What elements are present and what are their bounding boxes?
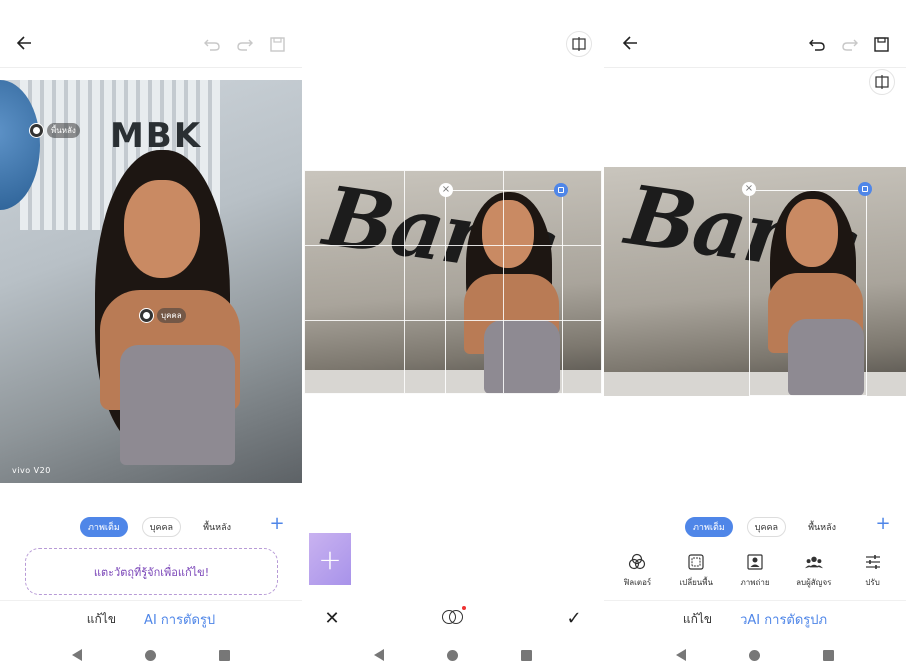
remove-people-icon [804, 553, 823, 571]
mode-tabs: แก้ไข วAI การตัดรูปภ [604, 600, 906, 638]
tool-label: เปลี่ยนพื้น [679, 578, 713, 587]
crop-action-bar: ✕ ✓ [302, 598, 604, 638]
undo-icon[interactable] [204, 37, 220, 51]
chip-person[interactable]: บุคคล [141, 517, 182, 537]
top-toolbar [604, 0, 906, 68]
change-background-icon [687, 553, 705, 571]
chip-background[interactable]: พื้นหลัง [800, 517, 844, 537]
remove-selection-icon[interactable]: × [742, 182, 756, 196]
nav-back-icon[interactable] [675, 649, 686, 661]
chip-full-image[interactable]: ภาพเต็ม [685, 517, 733, 537]
cancel-icon[interactable]: ✕ [320, 608, 344, 629]
editor-screen-crop: Bang × + ✕ ✓ [302, 0, 604, 672]
top-toolbar [0, 0, 302, 68]
back-arrow-icon[interactable] [622, 36, 638, 50]
tag-dot-icon [30, 124, 43, 137]
tab-edit[interactable]: แก้ไข [683, 610, 712, 629]
undo-icon[interactable] [809, 37, 825, 51]
person-tag[interactable]: บุคคล [140, 308, 186, 323]
tool-photo[interactable]: ภาพถ่าย [727, 553, 783, 589]
check-icon[interactable]: ✓ [562, 608, 586, 629]
notification-dot [462, 606, 466, 610]
subject-face [124, 180, 200, 278]
nav-home-icon[interactable] [748, 649, 760, 661]
remove-selection-icon[interactable]: × [439, 183, 453, 197]
android-nav-bar [0, 638, 302, 672]
mode-tabs: แก้ไข AI การตัดรูป [0, 600, 302, 638]
segment-chips: ภาพเต็ม บุคคล พื้นหลัง [604, 517, 906, 537]
android-nav-bar [604, 638, 906, 672]
tab-edit[interactable]: แก้ไข [87, 610, 116, 629]
compare-icon[interactable] [869, 69, 895, 95]
redo-icon[interactable] [842, 37, 858, 51]
nav-home-icon[interactable] [144, 649, 156, 661]
background-tag[interactable]: พื้นหลัง [30, 123, 80, 138]
tool-remove-passersby[interactable]: ลบผู้สัญจร [786, 553, 842, 589]
nav-recents-icon[interactable] [521, 649, 533, 661]
person-tag-label: บุคคล [157, 308, 186, 323]
tag-dot-icon [140, 309, 153, 322]
camera-watermark: vivo V20 [12, 466, 51, 475]
nav-back-icon[interactable] [71, 649, 82, 661]
background-tag-label: พื้นหลัง [47, 123, 80, 138]
chip-background[interactable]: พื้นหลัง [195, 517, 239, 537]
segment-chips: ภาพเต็ม บุคคล พื้นหลัง [0, 517, 302, 537]
tab-ai-cutout[interactable]: AI การตัดรูป [144, 609, 215, 630]
chip-full-image[interactable]: ภาพเต็ม [80, 517, 128, 537]
nav-home-icon[interactable] [446, 649, 458, 661]
compare-icon[interactable] [566, 31, 592, 57]
duplicate-selection-icon[interactable] [858, 182, 872, 196]
nav-recents-icon[interactable] [219, 649, 231, 661]
tool-label: ภาพถ่าย [740, 578, 770, 587]
portrait-icon [746, 553, 764, 571]
add-segment-icon[interactable]: + [874, 515, 892, 534]
tool-label: ลบผู้สัญจร [796, 578, 832, 587]
blend-icon[interactable] [442, 606, 466, 626]
subject-selection-box[interactable] [749, 190, 867, 396]
tool-adjust[interactable]: ปรับ [845, 553, 901, 589]
tool-row: ฟิลเตอร์ เปลี่ยนพื้น ภาพถ่าย ลบผู้สัญจร … [604, 553, 906, 589]
editor-screen-ai-cutout: MBK vivo V20 พื้นหลัง บุคคล ภาพเต็ม บุคค… [0, 0, 302, 672]
android-nav-bar [302, 638, 604, 672]
chip-person[interactable]: บุคคล [746, 517, 787, 537]
duplicate-selection-icon[interactable] [554, 183, 568, 197]
tool-filter[interactable]: ฟิลเตอร์ [609, 553, 665, 589]
save-icon[interactable] [874, 37, 889, 52]
subject-top [120, 345, 235, 465]
editor-screen-tools: Bang × ภาพเต็ม บุคคล พื้นหลัง + ฟิลเตอร์… [604, 0, 906, 672]
save-icon[interactable] [270, 37, 285, 52]
subject-selection-box[interactable] [445, 190, 563, 396]
tool-label: ปรับ [865, 578, 880, 587]
back-arrow-icon[interactable] [16, 36, 32, 50]
sliders-icon [864, 553, 882, 571]
tool-change-background[interactable]: เปลี่ยนพื้น [668, 553, 724, 589]
tool-label: ฟิลเตอร์ [623, 578, 652, 587]
filter-icon [628, 553, 646, 571]
nav-recents-icon[interactable] [823, 649, 835, 661]
hint-bubble: แตะวัตถุที่รู้จักเพื่อแก้ไข! [25, 548, 278, 595]
portrait-photo[interactable]: MBK vivo V20 [0, 80, 302, 483]
redo-icon[interactable] [237, 37, 253, 51]
tab-ai-cutout[interactable]: วAI การตัดรูปภ [740, 609, 827, 630]
nav-back-icon[interactable] [373, 649, 384, 661]
add-segment-icon[interactable]: + [268, 515, 286, 534]
add-layer-tile[interactable]: + [309, 533, 351, 585]
